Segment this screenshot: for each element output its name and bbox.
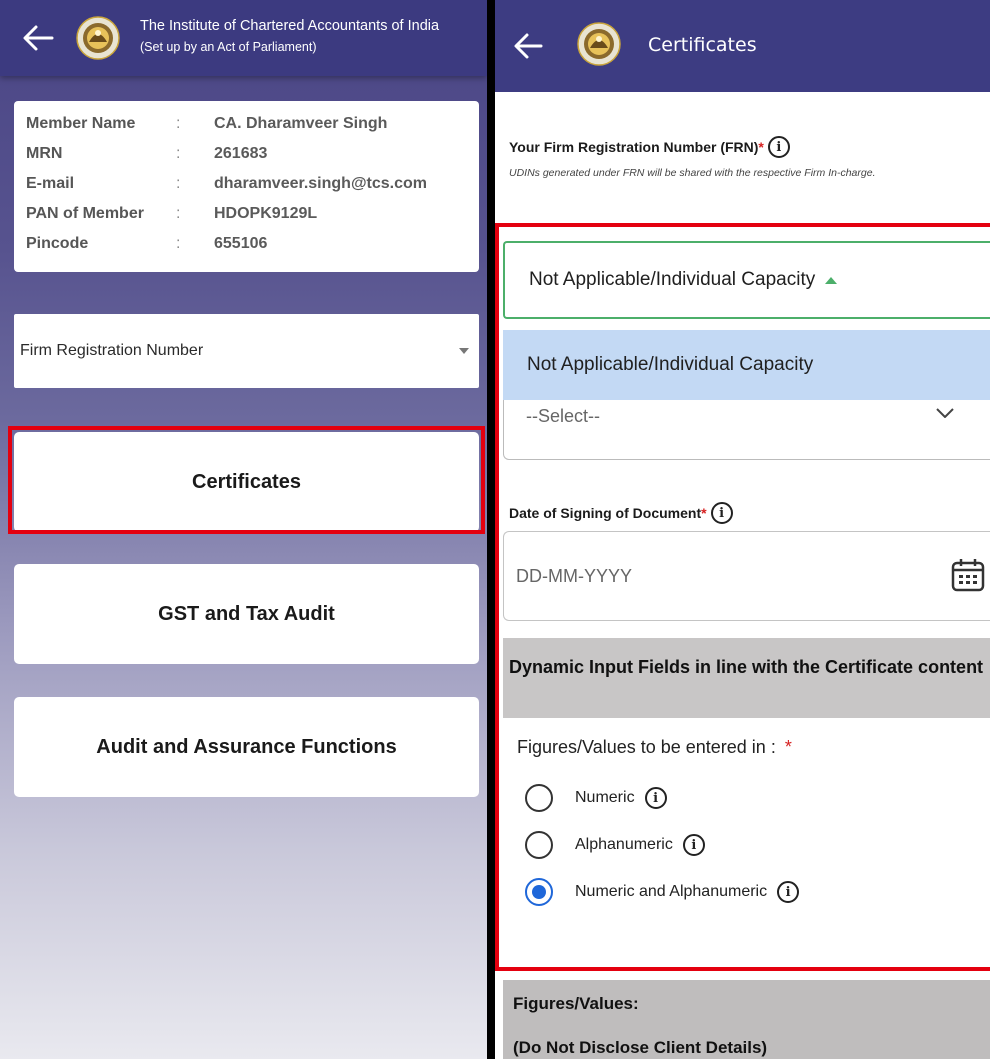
colon-separator: : [176, 235, 181, 252]
radio-button[interactable] [525, 831, 553, 859]
chevron-down-icon [936, 408, 954, 418]
member-row-mrn: MRN : 261683 [26, 139, 467, 169]
calendar-icon[interactable] [950, 557, 986, 593]
header-title: The Institute of Chartered Accountants o… [140, 18, 440, 34]
info-icon[interactable]: i [644, 787, 667, 809]
frn-selected-value: Not Applicable/Individual Capacity [529, 269, 816, 290]
member-details-card: Member Name : CA. Dharamveer Singh MRN :… [14, 101, 479, 272]
member-row-name: Member Name : CA. Dharamveer Singh [26, 109, 467, 139]
frn-help-text: UDINs generated under FRN will be shared… [509, 167, 876, 179]
frn-select-open[interactable]: Not Applicable/Individual Capacity [503, 241, 990, 319]
info-icon[interactable]: i [767, 136, 790, 158]
required-asterisk: * [701, 505, 707, 521]
back-arrow-icon[interactable] [513, 32, 543, 60]
frn-dropdown-label: Firm Registration Number [20, 342, 204, 359]
menu-gst-tax-audit-button[interactable]: GST and Tax Audit [14, 564, 479, 664]
radio-label: Numeric [575, 789, 635, 806]
menu-audit-assurance-button[interactable]: Audit and Assurance Functions [14, 697, 479, 797]
member-value: HDOPK9129L [214, 205, 318, 222]
member-label: Pincode [26, 235, 89, 252]
figures-values-section: Figures/Values: (Do Not Disclose Client … [503, 980, 990, 1059]
certificate-type-select[interactable]: --Select-- [503, 400, 990, 460]
member-label: Member Name [26, 115, 136, 132]
radio-button[interactable] [525, 784, 553, 812]
frn-dropdown[interactable]: Firm Registration Number [14, 314, 479, 388]
right-screen: Certificates Your Firm Registration Numb… [495, 0, 990, 1059]
radio-label: Alphanumeric [575, 836, 673, 853]
menu-label: GST and Tax Audit [158, 602, 335, 625]
figures-values-title: Figures/Values: [513, 994, 639, 1013]
colon-separator: : [176, 115, 181, 132]
info-icon[interactable]: i [682, 834, 705, 856]
radio-button-selected[interactable] [525, 878, 553, 906]
radio-alphanumeric[interactable]: Alphanumeric i [525, 829, 705, 861]
colon-separator: : [176, 175, 181, 192]
certificates-header: Certificates [495, 0, 990, 92]
frn-field-label: Your Firm Registration Number (FRN) * i [509, 136, 790, 158]
radio-label: Numeric and Alphanumeric [575, 883, 768, 900]
member-row-pincode: Pincode : 655106 [26, 229, 467, 259]
menu-certificates-button[interactable]: Certificates [14, 432, 479, 532]
page-title: Certificates [648, 34, 757, 56]
date-placeholder: DD-MM-YYYY [516, 565, 632, 586]
radio-numeric[interactable]: Numeric i [525, 782, 667, 814]
required-asterisk: * [758, 139, 764, 155]
frn-option-label: Not Applicable/Individual Capacity [527, 354, 814, 375]
select-placeholder: --Select-- [526, 406, 601, 426]
figures-entry-label: Figures/Values to be entered in : * [517, 737, 796, 758]
colon-separator: : [176, 145, 181, 162]
frn-label-text: Your Firm Registration Number (FRN) [509, 139, 759, 155]
figures-values-note: (Do Not Disclose Client Details) [513, 1038, 768, 1057]
member-value: dharamveer.singh@tcs.com [214, 175, 428, 192]
member-row-pan: PAN of Member : HDOPK9129L [26, 199, 467, 229]
header-subtitle: (Set up by an Act of Parliament) [140, 40, 317, 54]
date-label-text: Date of Signing of Document [509, 505, 702, 521]
back-arrow-icon[interactable] [22, 24, 54, 52]
menu-label: Audit and Assurance Functions [96, 735, 397, 758]
member-label: MRN [26, 145, 63, 162]
frn-option-item[interactable]: Not Applicable/Individual Capacity [503, 330, 990, 400]
icai-logo-icon [577, 22, 621, 66]
caret-down-icon [459, 348, 469, 354]
member-label: E-mail [26, 175, 75, 192]
member-value: 261683 [214, 145, 268, 162]
date-field-label: Date of Signing of Document * i [509, 502, 733, 524]
info-icon[interactable]: i [710, 502, 733, 524]
left-screen: The Institute of Chartered Accountants o… [0, 0, 487, 1059]
icai-logo-icon [76, 16, 120, 60]
member-value: 655106 [214, 235, 268, 252]
info-icon[interactable]: i [777, 881, 800, 903]
date-of-signing-input[interactable]: DD-MM-YYYY [503, 531, 990, 621]
dynamic-section-header: Dynamic Input Fields in line with the Ce… [503, 638, 990, 718]
required-asterisk: * [784, 737, 792, 757]
radio-numeric-and-alphanumeric[interactable]: Numeric and Alphanumeric i [525, 876, 800, 908]
member-value: CA. Dharamveer Singh [214, 115, 388, 132]
app-header: The Institute of Chartered Accountants o… [0, 0, 487, 76]
member-row-email: E-mail : dharamveer.singh@tcs.com [26, 169, 467, 199]
figures-label-text: Figures/Values to be entered in : [517, 737, 776, 757]
caret-up-icon [825, 276, 838, 284]
member-label: PAN of Member [26, 205, 144, 222]
menu-label: Certificates [192, 470, 301, 493]
colon-separator: : [176, 205, 181, 222]
